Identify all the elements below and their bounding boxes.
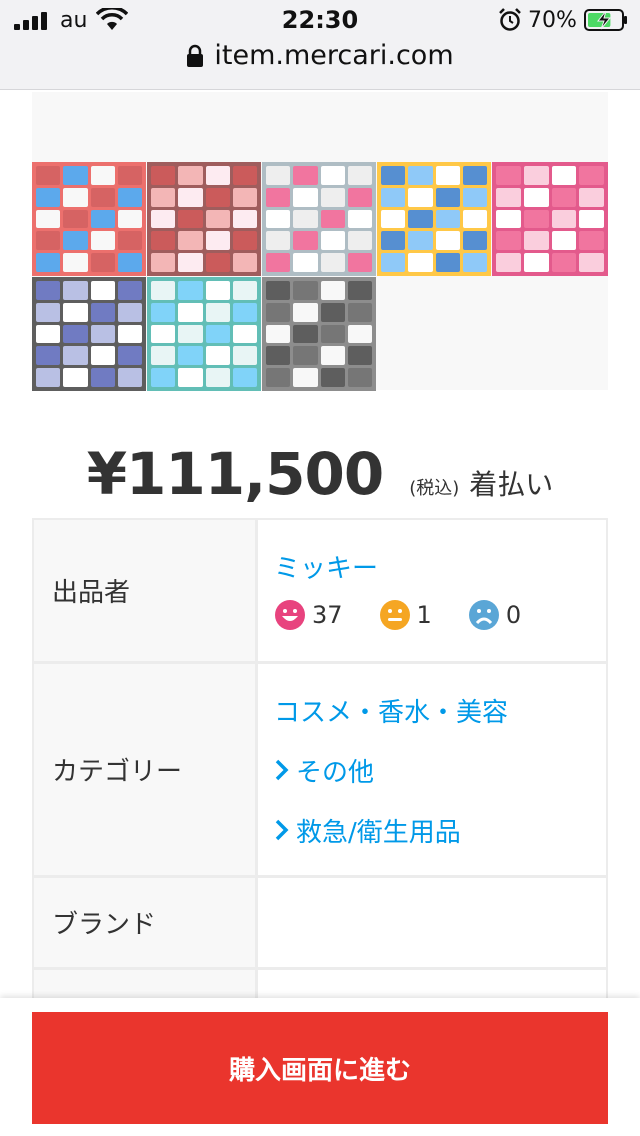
mask-boxes-photo-6[interactable] bbox=[32, 277, 146, 391]
smile-face-icon bbox=[275, 600, 305, 630]
seller-name-link[interactable]: ミッキー bbox=[274, 548, 606, 585]
sad-face-icon bbox=[468, 600, 499, 630]
seller-value: ミッキー 37 1 0 bbox=[258, 520, 608, 661]
brand-label: ブランド bbox=[32, 878, 258, 967]
seller-row: 出品者 ミッキー 37 1 0 bbox=[32, 520, 608, 664]
brand-row: ブランド bbox=[32, 878, 608, 970]
rating-normal-count: 1 bbox=[416, 601, 432, 629]
category-row: カテゴリー コスメ・香水・美容 その他 救急/衛生用品 bbox=[32, 664, 608, 878]
mask-boxes-photo-5[interactable] bbox=[492, 162, 608, 276]
buy-button[interactable]: 購入画面に進む bbox=[32, 1012, 608, 1124]
rating-bad-count: 0 bbox=[505, 601, 522, 629]
chevron-right-icon bbox=[275, 759, 289, 781]
mask-boxes-photo-4[interactable] bbox=[377, 162, 491, 276]
category-link-top[interactable]: コスメ・香水・美容 bbox=[274, 680, 606, 740]
battery-percent: 70% bbox=[528, 8, 577, 33]
category-link-sub[interactable]: その他 bbox=[274, 740, 606, 800]
mask-boxes-photo-1[interactable] bbox=[32, 162, 146, 276]
browser-chrome: au 22:30 70% item.mercari.com bbox=[0, 0, 640, 90]
mask-boxes-photo-2[interactable] bbox=[147, 162, 261, 276]
rating-good-count: 37 bbox=[312, 601, 343, 629]
seller-label: 出品者 bbox=[32, 520, 258, 661]
lock-icon bbox=[187, 44, 204, 67]
shipping-method: 着払い bbox=[469, 468, 554, 501]
item-details-table: 出品者 ミッキー 37 1 0 カテゴリー コスメ・香水・美容 その他 救急/衛… bbox=[32, 518, 608, 1030]
category-leaf-label: 救急/衛生用品 bbox=[296, 817, 461, 848]
address-bar[interactable]: item.mercari.com bbox=[0, 40, 640, 80]
product-image-gallery bbox=[32, 92, 608, 391]
rating-bad: 0 bbox=[468, 599, 521, 631]
url-text: item.mercari.com bbox=[214, 40, 454, 71]
tax-note: (税込) bbox=[409, 478, 460, 499]
category-link-leaf[interactable]: 救急/衛生用品 bbox=[274, 800, 606, 860]
alarm-icon bbox=[499, 8, 521, 31]
status-bar: au 22:30 70% bbox=[0, 0, 640, 40]
mask-boxes-photo-7[interactable] bbox=[147, 277, 261, 391]
mask-boxes-photo-3[interactable] bbox=[262, 162, 376, 276]
battery-charging-icon bbox=[584, 9, 627, 31]
rating-normal: 1 bbox=[379, 599, 432, 631]
category-label: カテゴリー bbox=[32, 664, 258, 875]
price-row: ¥111,500 (税込) 着払い bbox=[0, 440, 640, 510]
brand-value bbox=[258, 878, 608, 967]
category-sub-label: その他 bbox=[296, 757, 375, 788]
seller-ratings: 37 1 0 bbox=[274, 599, 606, 631]
item-price: ¥111,500 bbox=[86, 440, 385, 508]
rating-good: 37 bbox=[274, 599, 343, 631]
mask-box-premium-photo[interactable] bbox=[262, 277, 376, 391]
neutral-face-icon bbox=[379, 600, 410, 630]
chevron-right-icon bbox=[275, 819, 289, 841]
bottom-action-bar: 購入画面に進む bbox=[0, 998, 640, 1136]
category-value: コスメ・香水・美容 その他 救急/衛生用品 bbox=[258, 664, 608, 875]
